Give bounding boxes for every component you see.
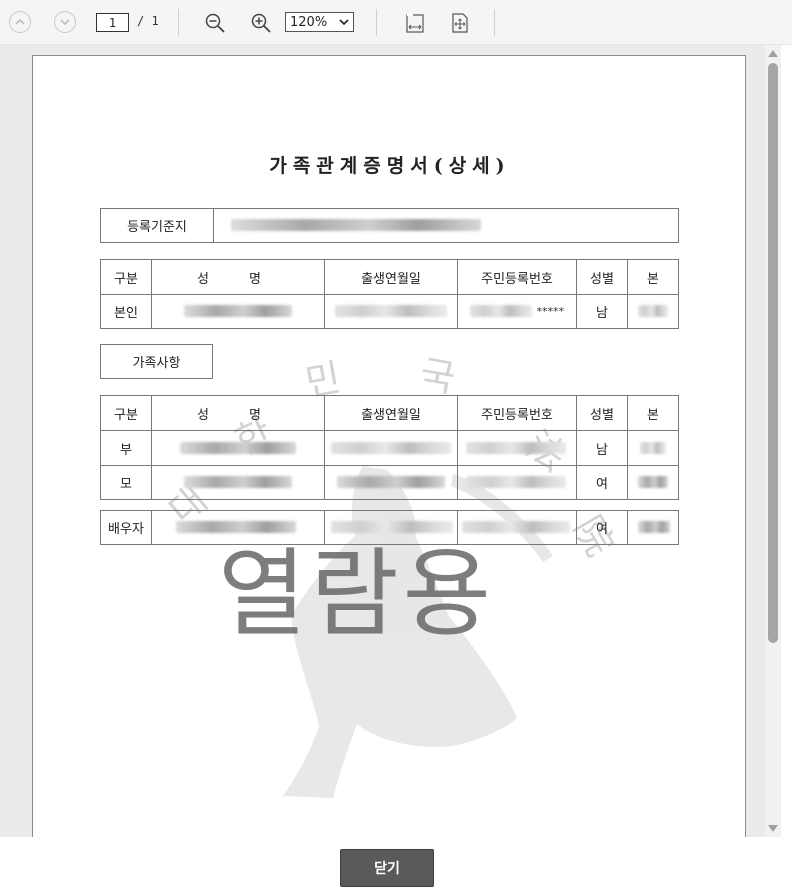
redacted-birthdate <box>337 476 445 488</box>
birthdate-cell <box>325 431 458 465</box>
close-button[interactable]: 닫기 <box>340 849 434 887</box>
relation-cell: 본인 <box>101 295 152 328</box>
id-number-cell: ***** <box>458 295 577 328</box>
watermark-text: 열람용 <box>218 538 495 650</box>
chevron-down-icon <box>60 19 70 26</box>
header-name: 성 명 <box>152 396 325 430</box>
header-origin: 본 <box>647 407 659 423</box>
redacted-name <box>184 305 292 317</box>
header-id-number: 주민등록번호 <box>458 260 577 294</box>
gender-cell: 여 <box>577 466 628 499</box>
origin-cell <box>628 295 678 328</box>
chevron-down-icon <box>339 19 349 25</box>
zoom-select[interactable]: 120% <box>285 12 354 32</box>
table-header-row: 구분 성 명 출생연월일 주민등록번호 성별 본 <box>101 396 678 431</box>
redacted-birthdate <box>335 305 447 317</box>
name-cell <box>152 466 325 499</box>
family-section-label: 가족사항 <box>100 344 213 379</box>
id-number-masked: ***** <box>536 305 565 318</box>
origin-cell <box>628 466 678 499</box>
redacted-origin <box>638 476 668 488</box>
id-number-cell <box>458 466 577 499</box>
family-table: 구분 성 명 출생연월일 주민등록번호 성별 본 부 남 모 여 <box>100 395 679 500</box>
redacted-registry <box>231 219 481 231</box>
toolbar-divider <box>376 9 377 36</box>
zoom-value: 120% <box>290 14 328 30</box>
header-gender: 성별 <box>577 260 628 294</box>
fit-page-icon <box>452 13 468 33</box>
header-id-number: 주민등록번호 <box>458 396 577 430</box>
table-row: 부 남 <box>101 431 678 466</box>
redacted-origin <box>638 305 668 317</box>
registry-label: 등록기준지 <box>101 209 214 242</box>
origin-cell <box>628 431 678 465</box>
header-birthdate: 출생연월일 <box>325 260 458 294</box>
self-table: 구분 성 명 출생연월일 주민등록번호 성별 본 본인 ***** 남 <box>100 259 679 329</box>
header-birthdate: 출생연월일 <box>325 396 458 430</box>
gender-cell: 여 <box>577 511 628 544</box>
document-page: 대 한 민 국 法 院 가족관계증명서(상세) 등록기준지 구분 성 명 출생연… <box>32 55 746 837</box>
origin-cell <box>628 511 678 544</box>
id-number-cell <box>458 431 577 465</box>
scroll-thumb[interactable] <box>768 63 778 643</box>
toolbar-divider <box>178 9 179 36</box>
zoom-in-icon <box>251 13 271 33</box>
previous-page-button[interactable] <box>9 11 31 33</box>
gender-cell: 남 <box>577 431 628 465</box>
redacted-id-number <box>466 442 566 454</box>
header-name: 성 명 <box>152 260 325 294</box>
zoom-in-button[interactable] <box>250 12 272 34</box>
redacted-name <box>180 442 296 454</box>
pdf-toolbar: 1 / 1 120% <box>0 0 792 45</box>
chevron-up-icon <box>15 18 25 25</box>
zoom-out-button[interactable] <box>204 12 226 34</box>
table-row: 본인 ***** 남 <box>101 295 678 328</box>
dialog-footer: 닫기 <box>0 837 792 889</box>
header-origin: 본 <box>647 271 659 287</box>
birthdate-cell <box>325 466 458 499</box>
svg-text:국: 국 <box>416 352 458 401</box>
page-total: / 1 <box>137 14 159 28</box>
vertical-scrollbar[interactable] <box>765 45 781 837</box>
fit-width-button[interactable] <box>405 12 425 34</box>
toolbar-divider <box>494 9 495 36</box>
zoom-out-icon <box>205 13 225 33</box>
redacted-origin <box>640 442 666 454</box>
document-viewer: 대 한 민 국 法 院 가족관계증명서(상세) 등록기준지 구분 성 명 출생연… <box>0 45 781 837</box>
page-number-input[interactable]: 1 <box>96 13 129 32</box>
redacted-origin <box>638 521 670 533</box>
fit-width-icon <box>406 14 424 33</box>
relation-cell: 배우자 <box>101 511 152 544</box>
header-relation: 구분 <box>101 260 152 294</box>
relation-cell: 모 <box>101 466 152 499</box>
redacted-birthdate <box>331 442 451 454</box>
name-cell <box>152 295 325 328</box>
scroll-down-icon[interactable] <box>768 825 778 832</box>
fit-page-button[interactable] <box>450 12 470 34</box>
gender-cell: 남 <box>577 295 628 328</box>
redacted-id-number <box>470 305 532 317</box>
redacted-name <box>184 476 292 488</box>
table-header-row: 구분 성 명 출생연월일 주민등록번호 성별 본 <box>101 260 678 295</box>
relation-cell: 부 <box>101 431 152 465</box>
next-page-button[interactable] <box>54 11 76 33</box>
header-gender: 성별 <box>577 396 628 430</box>
header-relation: 구분 <box>101 396 152 430</box>
redacted-id-number <box>466 476 566 488</box>
name-cell <box>152 431 325 465</box>
birthdate-cell <box>325 295 458 328</box>
scroll-up-icon[interactable] <box>768 50 778 57</box>
table-row: 모 여 <box>101 466 678 499</box>
registry-row: 등록기준지 <box>100 208 679 243</box>
document-title: 가족관계증명서(상세) <box>269 155 511 177</box>
